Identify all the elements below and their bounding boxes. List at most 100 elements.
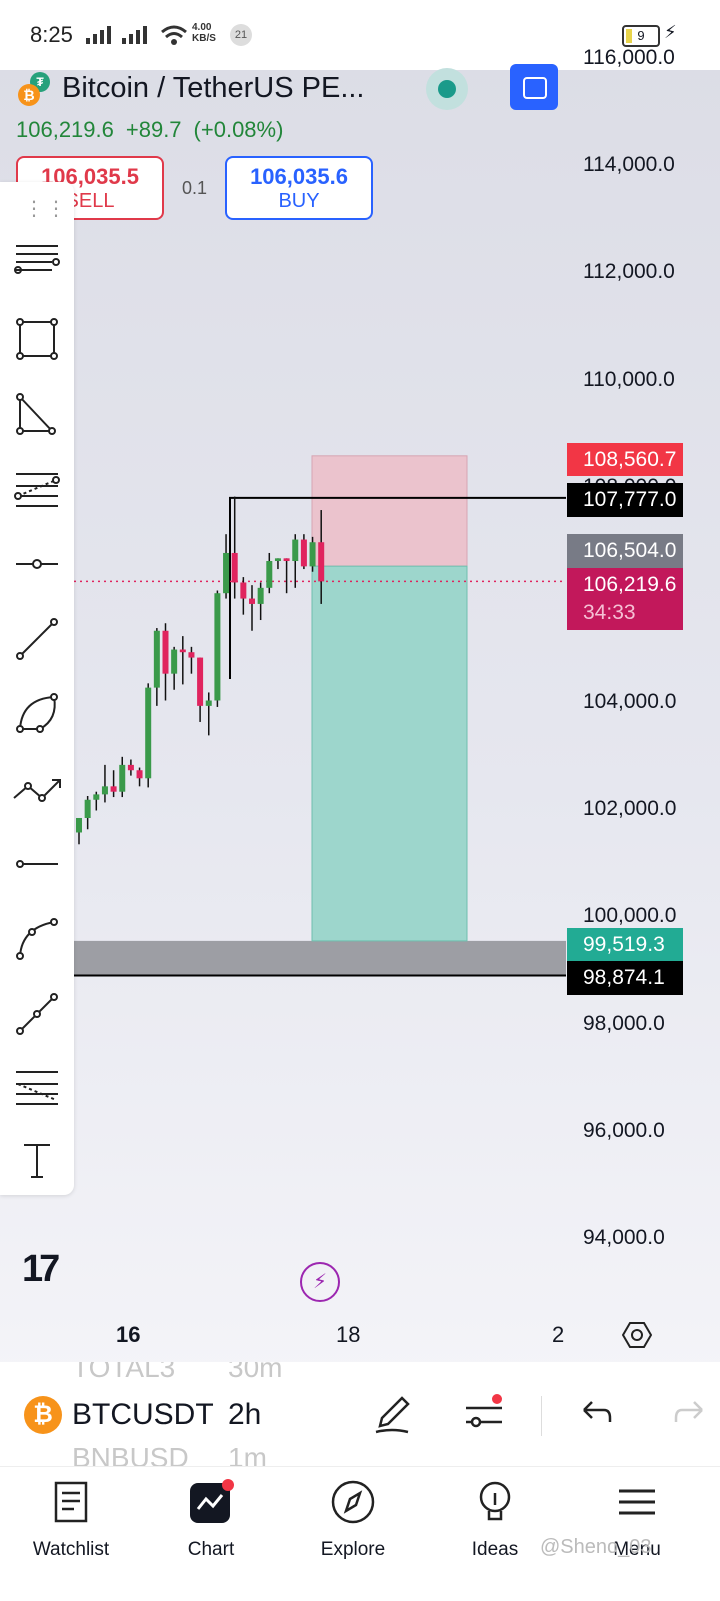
- nav-explore[interactable]: Explore: [288, 1467, 418, 1601]
- nav-label: Chart: [187, 1539, 235, 1560]
- candle-body: [214, 593, 221, 701]
- current-price-tag[interactable]: 106,219.6 34:33: [567, 568, 683, 630]
- nav-ideas[interactable]: Ideas: [430, 1467, 560, 1601]
- take-profit-tag[interactable]: 99,519.3: [567, 928, 683, 961]
- candle-body: [231, 552, 238, 583]
- current-price: 106,219.6: [583, 573, 677, 596]
- watermark: @Sheno_03: [540, 1536, 652, 1558]
- candle-body: [84, 799, 91, 818]
- toolbar-divider: [541, 1396, 542, 1436]
- bitcoin-logo-icon: ₿: [18, 84, 40, 106]
- drawing-toolbar: ⋮⋮: [0, 182, 74, 1195]
- candle-body: [300, 539, 307, 567]
- fib-extension-icon[interactable]: [12, 1062, 62, 1112]
- trend-line-icon[interactable]: [12, 614, 62, 664]
- candle-body: [127, 764, 134, 771]
- price-label: 96,000.0: [583, 1119, 665, 1142]
- price-label: 102,000.0: [583, 797, 677, 820]
- nav-label: Explore: [320, 1539, 386, 1560]
- battery-icon: 9: [622, 25, 660, 47]
- ghost-timeframe: 30m: [228, 1362, 283, 1383]
- market-open-indicator[interactable]: [426, 68, 468, 110]
- hamburger-icon: [619, 1489, 655, 1515]
- candle-body: [197, 657, 204, 706]
- price-change-pct: (+0.08%): [193, 117, 284, 142]
- symbol-bar: TOTAL3 30m ₿ BTCUSDT 2h BNBUSD 1m: [0, 1362, 720, 1466]
- charging-icon: ⚡: [664, 22, 677, 42]
- candle-body: [171, 649, 178, 674]
- undo-icon[interactable]: [574, 1392, 618, 1436]
- support-tag[interactable]: 98,874.1: [567, 961, 683, 995]
- price-label: 98,000.0: [583, 1012, 665, 1035]
- indicators-icon[interactable]: [462, 1392, 506, 1436]
- candle-body: [162, 630, 169, 674]
- candle-body: [179, 649, 186, 653]
- candle-body: [283, 558, 290, 562]
- buy-button[interactable]: 106,035.6 BUY: [225, 156, 373, 220]
- candle-body: [76, 817, 82, 833]
- candle-body: [223, 552, 230, 594]
- symbol-title[interactable]: Bitcoin / TetherUS PE...: [62, 72, 365, 105]
- pencil-icon[interactable]: [370, 1392, 414, 1436]
- buy-label: BUY: [278, 190, 320, 212]
- horizontal-line-icon[interactable]: [12, 839, 62, 889]
- candle-body: [257, 587, 264, 604]
- curve-icon[interactable]: [12, 914, 62, 964]
- nav-watchlist[interactable]: Watchlist: [6, 1467, 136, 1601]
- price-label: 94,000.0: [583, 1226, 665, 1249]
- path-icon[interactable]: [12, 764, 62, 814]
- candle-body: [249, 598, 255, 604]
- net-speed: 4.00 KB/S: [192, 22, 216, 44]
- take-profit-zone: [311, 565, 468, 942]
- tradingview-logo: 17: [22, 1248, 60, 1290]
- candle-body: [136, 770, 143, 779]
- buy-price: 106,035.6: [250, 164, 348, 189]
- time-label: 18: [336, 1322, 361, 1347]
- arc-icon[interactable]: [12, 689, 62, 739]
- candle-body: [93, 794, 100, 800]
- bottom-navigation: Watchlist Chart Explore Ideas Menu @Shen…: [0, 1466, 720, 1601]
- candle-body: [274, 558, 281, 562]
- compass-icon: [331, 1480, 375, 1524]
- fullscreen-icon: [523, 77, 547, 99]
- symbol-selector[interactable]: BTCUSDT: [72, 1398, 214, 1432]
- watchlist-icon: [54, 1481, 88, 1523]
- text-icon[interactable]: [12, 1135, 62, 1185]
- stop-loss-tag[interactable]: 108,560.7: [567, 443, 683, 476]
- chart-settings-icon[interactable]: [622, 1320, 652, 1350]
- clock: 8:25: [30, 22, 73, 47]
- fib-retracement-icon[interactable]: [12, 464, 62, 514]
- nav-label: Watchlist: [32, 1539, 110, 1560]
- resistance-tag[interactable]: 107,777.0: [567, 483, 683, 517]
- price-label: 112,000.0: [583, 260, 675, 283]
- price-change: +89.7: [125, 117, 182, 142]
- drag-handle-icon[interactable]: ⋮⋮: [24, 196, 68, 221]
- flash-icon[interactable]: ⚡: [300, 1262, 340, 1302]
- redo-icon[interactable]: [668, 1392, 712, 1436]
- time-label: 2: [552, 1322, 565, 1347]
- candle-body: [292, 539, 299, 562]
- candle-body: [188, 652, 195, 658]
- timeframe-selector[interactable]: 2h: [228, 1398, 261, 1432]
- menu-lines-icon[interactable]: [12, 234, 62, 284]
- time-label: 16: [116, 1322, 141, 1347]
- bitcoin-icon: ₿: [24, 1396, 62, 1434]
- horizontal-ray-icon[interactable]: [12, 539, 62, 589]
- fullscreen-button[interactable]: [510, 64, 558, 110]
- triangle-icon[interactable]: [12, 389, 62, 439]
- candle-body: [266, 561, 273, 588]
- notification-badge: 21: [230, 24, 252, 46]
- lightbulb-icon: [479, 1481, 511, 1521]
- rectangle-icon[interactable]: [12, 314, 62, 364]
- candle-body: [240, 582, 247, 599]
- price-label: 114,000.0: [583, 153, 675, 176]
- nav-menu[interactable]: Menu: [572, 1467, 702, 1601]
- price-summary: 106,219.6 +89.7 (+0.08%): [16, 117, 295, 143]
- signal-icon: [86, 26, 111, 44]
- last-price: 106,219.6: [16, 117, 114, 142]
- nav-chart[interactable]: Chart: [146, 1467, 276, 1601]
- polyline-icon[interactable]: [12, 989, 62, 1039]
- entry-tag[interactable]: 106,504.0: [567, 534, 683, 568]
- candle-body: [318, 542, 325, 582]
- candle-body: [110, 786, 117, 792]
